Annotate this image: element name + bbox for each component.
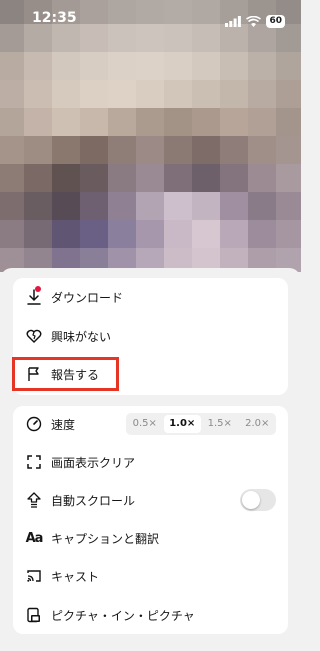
speed-selector: 0.5× 1.0× 1.5× 2.0× [126,413,276,435]
battery-indicator: 60 [266,15,285,28]
cast-row[interactable]: キャスト [13,557,99,595]
speed-option-0-5[interactable]: 0.5× [126,413,164,435]
captions-aa-icon: Aa [25,530,44,546]
cast-icon [25,567,43,585]
picture-in-picture-icon [25,606,43,624]
notification-dot [35,286,41,292]
report-highlight-box [12,357,119,391]
speed-gauge-icon [25,415,43,433]
download-label: ダウンロード [51,290,124,305]
pip-label: ピクチャ・イン・ピクチャ [51,608,195,623]
speed-row: 速度 [13,405,75,443]
speed-option-1-0[interactable]: 1.0× [163,415,201,433]
speed-label: 速度 [51,417,76,432]
download-row[interactable]: ダウンロード [13,278,123,316]
speed-option-2-0[interactable]: 2.0× [239,413,277,435]
video-preview-pixelated [0,0,301,272]
broken-heart-icon [25,327,43,345]
toggle-knob [242,491,260,509]
pip-row[interactable]: ピクチャ・イン・ピクチャ [13,596,195,634]
clear-display-label: 画面表示クリア [51,455,136,470]
auto-scroll-row: 自動スクロール [13,481,135,519]
signal-icon [225,12,242,31]
speed-option-1-5[interactable]: 1.5× [201,413,239,435]
auto-scroll-label: 自動スクロール [51,493,136,508]
cast-label: キャスト [51,569,100,584]
captions-label: キャプションと翻訳 [51,531,160,546]
wifi-icon [246,12,262,31]
status-bar: 12:35 60 [0,0,301,36]
fullscreen-icon [25,453,43,471]
clear-display-row[interactable]: 画面表示クリア [13,443,135,481]
auto-scroll-toggle[interactable] [240,489,276,511]
not-interested-label: 興味がない [51,329,112,344]
not-interested-row[interactable]: 興味がない [13,317,111,355]
auto-scroll-icon [25,491,43,509]
captions-row[interactable]: Aa キャプションと翻訳 [13,519,159,557]
status-time: 12:35 [32,10,77,26]
